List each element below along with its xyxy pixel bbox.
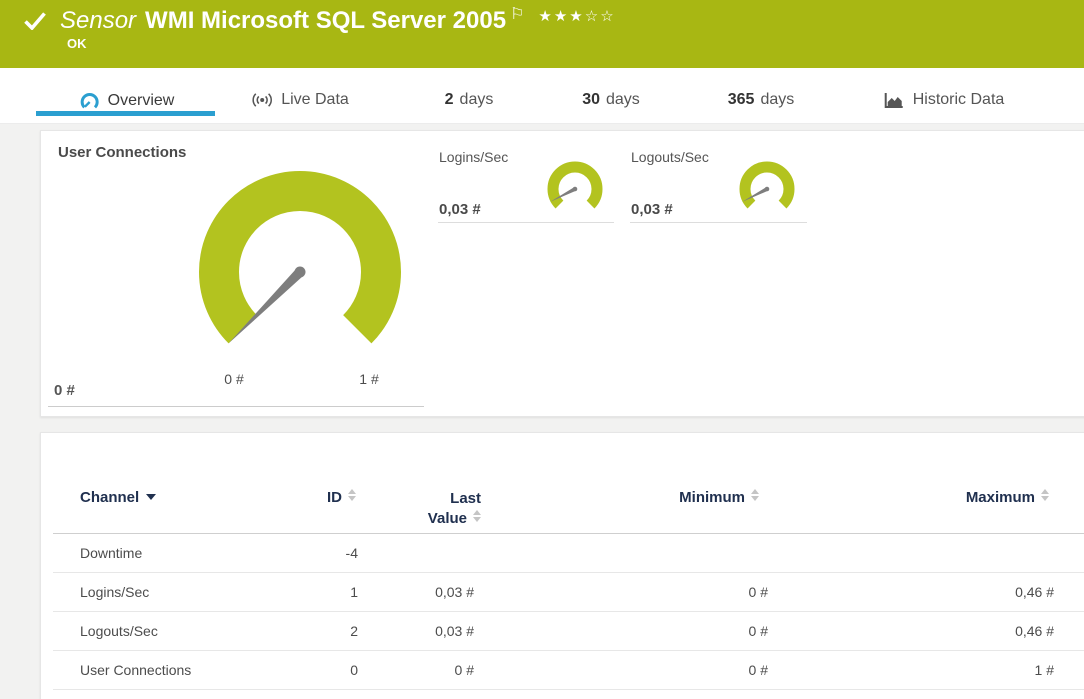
cell-id: 2 <box>350 612 358 650</box>
tab-label: Historic Data <box>913 91 1005 109</box>
tab-overview[interactable]: Overview <box>80 91 175 111</box>
cell-minimum: 0 # <box>749 612 768 650</box>
main-gauge-value: 0 # <box>54 382 75 399</box>
logouts-sec-panel: Logouts/Sec 0,03 # <box>630 143 807 223</box>
gauge-min-label: 0 # <box>212 371 256 387</box>
mini-gauge-title: Logins/Sec <box>439 149 508 165</box>
table-row-logins-sec[interactable]: Logins/Sec 1 0,03 # 0 # 0,46 # <box>41 573 1084 612</box>
tab-historic-data[interactable]: Historic Data <box>884 91 1005 109</box>
sensor-kicker: Sensor <box>60 6 136 36</box>
cell-channel[interactable]: Downtime <box>80 534 142 572</box>
tab-label: Live Data <box>281 91 349 109</box>
sort-updown-icon <box>1041 489 1049 501</box>
logins-sec-panel: Logins/Sec 0,03 # <box>438 143 614 223</box>
tab-label: days <box>460 91 494 109</box>
row-divider <box>53 689 1084 690</box>
tab-label-strong: 2 <box>445 91 454 109</box>
tab-label-strong: 30 <box>582 91 600 109</box>
logins-sec-gauge <box>545 159 605 219</box>
column-header-minimum[interactable]: Minimum <box>679 489 759 506</box>
cell-id: 1 <box>350 573 358 611</box>
check-icon <box>24 12 46 35</box>
column-header-label: Minimum <box>679 489 745 506</box>
cell-minimum: 0 # <box>749 573 768 611</box>
column-header-label: ID <box>327 489 342 506</box>
column-header-label: Last <box>450 490 481 507</box>
column-header-label: Channel <box>80 489 139 506</box>
mini-gauge-value: 0,03 # <box>439 201 481 218</box>
tab-label: days <box>760 91 794 109</box>
cell-last-value: 0,03 # <box>435 573 474 611</box>
sort-updown-icon <box>348 489 356 501</box>
tab-30-days[interactable]: 30 days <box>582 91 640 109</box>
cell-last-value: 0,03 # <box>435 612 474 650</box>
active-tab-indicator <box>36 111 215 116</box>
gauge-max-label: 1 # <box>347 371 391 387</box>
divider <box>48 406 424 407</box>
cell-channel[interactable]: User Connections <box>80 651 191 689</box>
tab-365-days[interactable]: 365 days <box>728 91 795 109</box>
column-header-label: Value <box>428 510 467 527</box>
column-header-id[interactable]: ID <box>327 489 356 506</box>
channels-table-card: Channel ID Last Value Minimum Maximum Do… <box>40 432 1084 699</box>
column-header-channel[interactable]: Channel <box>80 489 156 506</box>
cell-channel[interactable]: Logins/Sec <box>80 573 149 611</box>
cell-channel[interactable]: Logouts/Sec <box>80 612 158 650</box>
tab-label: Overview <box>108 92 175 110</box>
main-gauge-title: User Connections <box>58 144 186 161</box>
area-chart-icon <box>884 92 905 109</box>
logouts-sec-gauge <box>737 159 797 219</box>
column-header-label: Maximum <box>966 489 1035 506</box>
live-broadcast-icon <box>251 92 273 108</box>
mini-gauge-title: Logouts/Sec <box>631 149 709 165</box>
cell-id: -4 <box>346 534 358 572</box>
sort-updown-icon <box>751 489 759 501</box>
column-header-maximum[interactable]: Maximum <box>966 489 1049 506</box>
table-row-logouts-sec[interactable]: Logouts/Sec 2 0,03 # 0 # 0,46 # <box>41 612 1084 651</box>
tab-bar: Overview Live Data 2 days 30 days <box>0 68 1084 124</box>
user-connections-gauge <box>195 167 405 377</box>
sensor-title: WMI Microsoft SQL Server 2005 <box>145 6 506 36</box>
column-header-last-value[interactable]: Last Value <box>428 489 481 529</box>
cell-minimum: 0 # <box>749 651 768 689</box>
flag-icon[interactable]: ⚐ <box>510 4 524 24</box>
tab-label-strong: 365 <box>728 91 755 109</box>
table-row-user-connections[interactable]: User Connections 0 0 # 0 # 1 # <box>41 651 1084 690</box>
cell-last-value: 0 # <box>455 651 474 689</box>
cell-maximum: 1 # <box>1035 651 1054 689</box>
gauge-icon <box>80 91 100 111</box>
priority-stars[interactable]: ★★★☆☆ <box>538 7 615 25</box>
sensor-header: Sensor WMI Microsoft SQL Server 2005 ⚐ ★… <box>0 0 1084 68</box>
sort-caret-down-icon <box>146 494 156 500</box>
cell-id: 0 <box>350 651 358 689</box>
table-row-downtime[interactable]: Downtime -4 <box>41 534 1084 573</box>
tab-2-days[interactable]: 2 days <box>445 91 494 109</box>
prtg-sensor-page: Sensor WMI Microsoft SQL Server 2005 ⚐ ★… <box>0 0 1084 699</box>
cell-maximum: 0,46 # <box>1015 573 1054 611</box>
tab-label: days <box>606 91 640 109</box>
cell-maximum: 0,46 # <box>1015 612 1054 650</box>
mini-gauge-value: 0,03 # <box>631 201 673 218</box>
sort-updown-icon <box>473 510 481 522</box>
gauges-card: User Connections 0 # 1 # 0 # Logins/Sec … <box>40 130 1084 417</box>
status-badge: OK <box>67 36 87 51</box>
tab-live-data[interactable]: Live Data <box>251 91 349 109</box>
